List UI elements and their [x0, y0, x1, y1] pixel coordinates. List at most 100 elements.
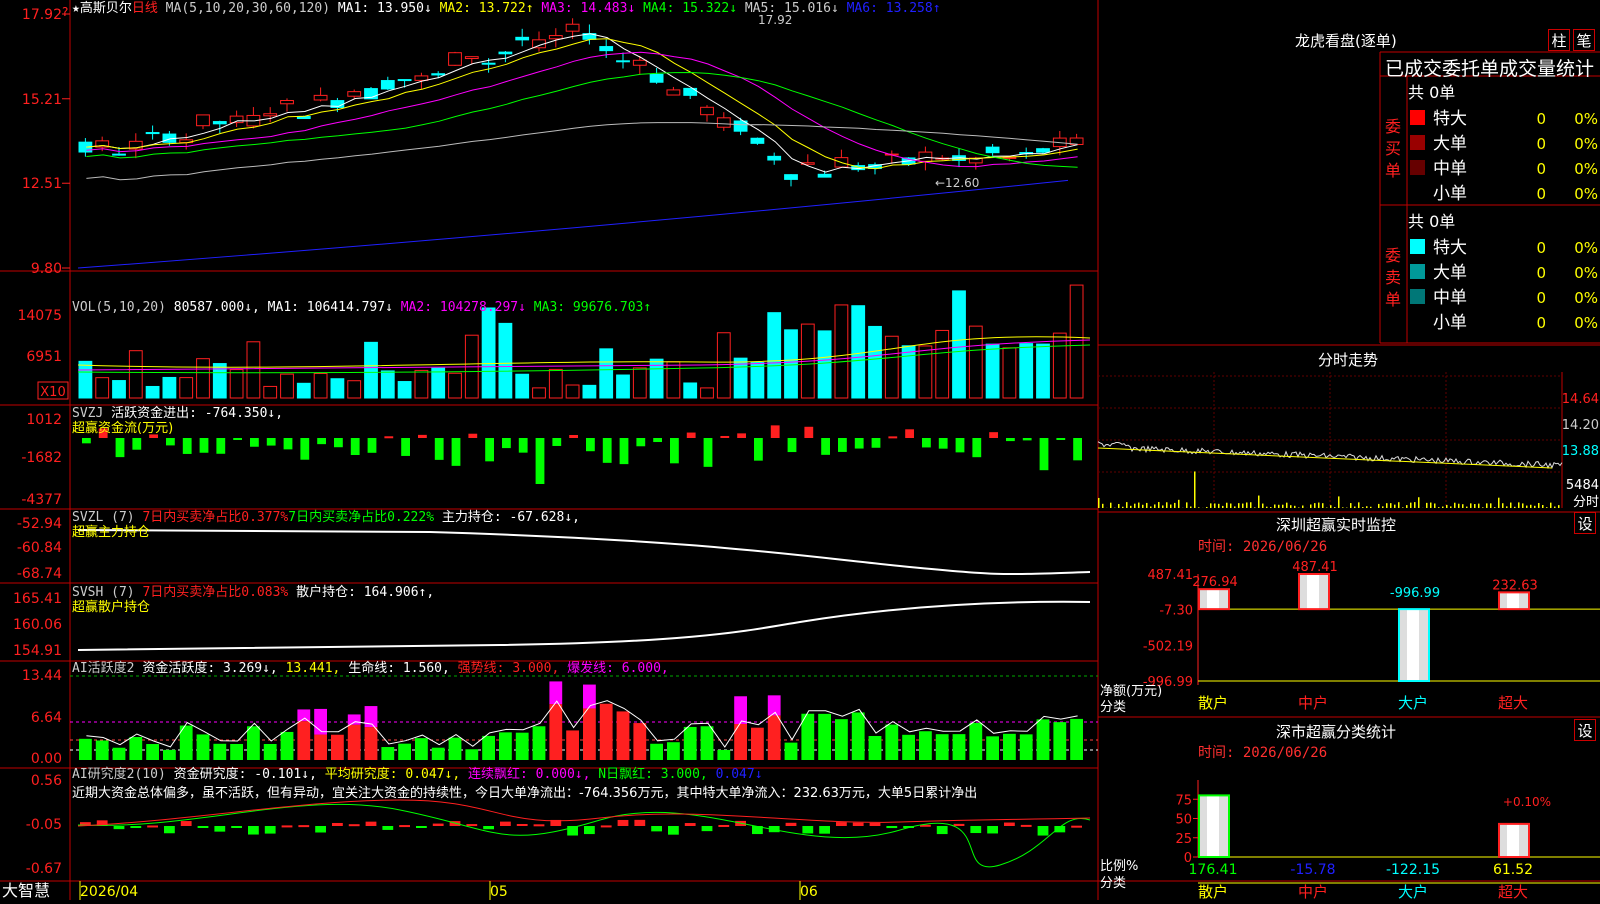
fund-flow-bar [216, 438, 225, 454]
classify-category: 超大 [1498, 883, 1528, 900]
fund-flow-bar [872, 438, 881, 448]
monitor-settings-button[interactable]: 设 [1574, 512, 1596, 534]
activity-bar [986, 736, 999, 760]
intraday-y-tick: 13.88 [1562, 444, 1599, 459]
research-header: AI研究度2(10) 资金研究度: -0.101↓, 平均研究度: 0.047↓… [72, 766, 763, 782]
candle-body [449, 53, 462, 66]
ma-line [86, 52, 1077, 166]
fund-flow-bar [972, 438, 981, 457]
order-row-pct: 0% [1574, 185, 1598, 203]
order-row-label: 大单 [1433, 263, 1467, 283]
intraday-vol-bar [1190, 507, 1192, 508]
y-tick-label: -52.94 [17, 516, 62, 532]
y-tick-label: -1682 [21, 450, 62, 466]
intraday-vol-bar [1342, 507, 1344, 508]
intraday-vol-bar [1394, 505, 1396, 508]
ma-line [86, 39, 1077, 169]
fund-flow-bar [82, 438, 91, 443]
candle-body [398, 80, 411, 81]
intraday-vol-bar [1482, 507, 1484, 508]
main-chart-header-part: MA(5,10,20,30,60,120) [158, 1, 338, 16]
activity-bar [1053, 722, 1066, 760]
order-row-label: 特大 [1433, 109, 1467, 129]
fund-flow-bar [888, 436, 897, 438]
main-chart-canvas[interactable]: 17.9215.2112.519.80★高斯贝尔日线 MA(5,10,20,30… [0, 0, 1600, 900]
activity-bar [465, 749, 478, 760]
intraday-vol-bar [1414, 502, 1416, 508]
activity-bar [969, 723, 982, 760]
order-row-label: 大单 [1433, 134, 1467, 154]
volume-bar [617, 375, 630, 398]
fund-flow-bar [788, 438, 797, 452]
fund-flow-bar [569, 435, 578, 438]
activity-bar [365, 727, 378, 760]
fund-flow-bar [468, 434, 477, 438]
monitor-ylabel: 净额(万元) [1100, 684, 1162, 699]
research-bar [416, 826, 427, 828]
intraday-vol-bar [1098, 498, 1100, 508]
intraday-vol-bar [1438, 507, 1440, 508]
help-icon: ? [62, 5, 68, 19]
classify-time: 时间: 2026/06/26 [1198, 742, 1327, 762]
volume-bar [1003, 348, 1016, 398]
y-tick-label: -60.84 [17, 540, 62, 556]
volume-bar [701, 388, 714, 398]
fund-flow-bar [1023, 438, 1032, 440]
classify-category: 散户 [1198, 883, 1228, 900]
side-label: 单 [1385, 290, 1401, 309]
candle-body [314, 95, 327, 100]
activity-bar [230, 744, 243, 760]
volume-header-part: MA1: 106414.797↓ [268, 300, 401, 315]
activity-bar [281, 732, 294, 760]
candle-body [919, 152, 932, 161]
ai-activity-header-part: 爆发线: 6.000, [567, 660, 669, 676]
intraday-vol-bar [1510, 503, 1512, 508]
fund-flow-bar [418, 435, 427, 438]
classify-bottom-value: -15.78 [1290, 862, 1335, 878]
activity-peak [348, 714, 361, 724]
svzl-header-part: 7日内买卖净占比0.222% [288, 509, 434, 525]
volume-bar [969, 326, 982, 398]
intraday-vol-bar [1390, 503, 1392, 508]
research-bar [954, 824, 965, 826]
tick-mode-button[interactable]: 笔 [1573, 29, 1595, 51]
intraday-vol-bar [1358, 502, 1360, 508]
activity-bar [449, 738, 462, 760]
intraday-vol-bar [1554, 507, 1556, 508]
intraday-vol-bar [1386, 503, 1388, 508]
intraday-vol-bar [1334, 507, 1336, 508]
svzl-header-part: 主力持仓: -67.628↓, [434, 510, 580, 525]
volume-bar [600, 349, 613, 398]
intraday-vol-bar [1426, 503, 1428, 508]
fund-flow-bar [116, 438, 125, 457]
research-bar [214, 826, 225, 832]
intraday-vol-bar [1454, 503, 1456, 508]
intraday-vol-bar [1522, 503, 1524, 508]
intraday-y-tick: 14.20 [1562, 418, 1599, 433]
research-bar [634, 820, 645, 826]
monitor-bar-highlight [1207, 589, 1219, 609]
intraday-vol-bar [1198, 507, 1200, 508]
activity-bar [264, 744, 277, 760]
bar-mode-button[interactable]: 柱 [1548, 29, 1570, 51]
intraday-vol-bar [1278, 505, 1280, 508]
volume-bar [852, 306, 865, 398]
activity-bar [885, 725, 898, 760]
svsh-header-part: 散户持仓: 164.906↑, [288, 584, 434, 600]
research-bar [332, 823, 343, 826]
classify-settings-button[interactable]: 设 [1574, 719, 1596, 741]
order-row-label: 小单 [1433, 184, 1467, 204]
intraday-vol-bar [1478, 504, 1480, 508]
fund-flow-bar [1040, 438, 1049, 470]
intraday-vol-bar [1266, 507, 1268, 508]
activity-bar [953, 734, 966, 760]
intraday-vol-bar [1526, 506, 1528, 508]
intraday-vol-bar [1450, 506, 1452, 508]
intraday-vol-bar [1230, 504, 1232, 508]
y-tick-label: 6951 [26, 349, 62, 365]
order-color-swatch [1410, 160, 1425, 175]
side-label: 委 [1385, 117, 1401, 136]
intraday-vol-label: 5484 [1566, 478, 1599, 493]
fund-flow-bar [502, 438, 511, 448]
activity-peak [297, 709, 310, 721]
